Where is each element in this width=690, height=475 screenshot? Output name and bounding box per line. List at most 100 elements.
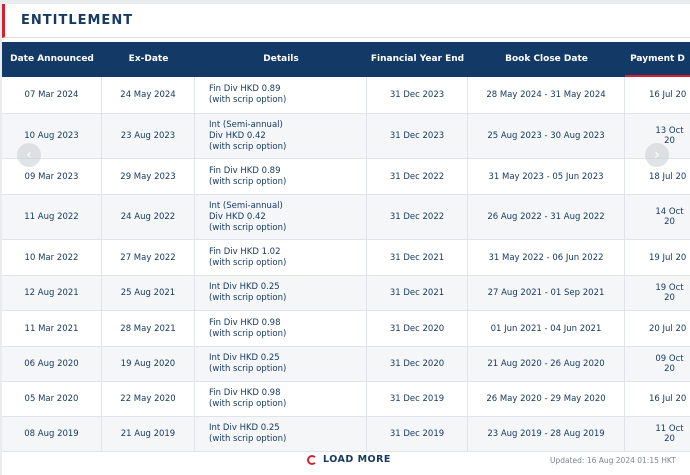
cell-book-close-date: 28 May 2024 - 31 May 2024 [468, 77, 625, 113]
cell-details: Int Div HKD 0.25 (with scrip option) [195, 347, 367, 381]
cell-financial-year-end: 31 Dec 2023 [367, 114, 468, 158]
cell-ex-date: 23 Aug 2023 [102, 114, 195, 158]
column-header-details[interactable]: Details [195, 42, 367, 77]
financial-year-end-value: 31 Dec 2019 [389, 429, 445, 439]
section-title: ENTITLEMENT [21, 13, 134, 28]
cell-ex-date: 21 Aug 2019 [102, 417, 195, 451]
book-close-date-value: 31 May 2022 - 06 Jun 2022 [488, 252, 604, 263]
column-header-payment-date[interactable]: Payment D [625, 42, 690, 77]
details-value: Int (Semi-annual) Div HKD 0.42 (with scr… [209, 119, 287, 152]
cell-financial-year-end: 31 Dec 2020 [367, 311, 468, 346]
payment-date-value: 16 Jul 20 [649, 394, 687, 404]
table-header: Date Announced Ex-Date Details Financial Ye… [2, 42, 690, 77]
table-row: 11 Mar 2021 28 May 2021 Fin Div HKD 0.98 (… [2, 311, 690, 347]
table-row: 09 Mar 2023 29 May 2023 Fin Div HKD 0.89 (… [2, 159, 690, 195]
cell-date-announced: 08 Aug 2019 [2, 417, 102, 451]
cell-book-close-date: 31 May 2022 - 06 Jun 2022 [468, 240, 625, 275]
cell-date-announced: 07 Mar 2024 [2, 77, 102, 113]
details-value: Int Div HKD 0.25 (with scrip option) [209, 423, 287, 444]
cell-date-announced: 09 Mar 2023 [2, 159, 102, 194]
chevron-left-icon[interactable]: ‹ [17, 143, 41, 167]
cell-financial-year-end: 31 Dec 2019 [367, 382, 468, 416]
load-more-label: LOAD MORE [323, 454, 391, 465]
book-close-date-value: 31 May 2023 - 05 Jun 2023 [488, 171, 604, 182]
cell-ex-date: 22 May 2020 [102, 382, 195, 416]
ex-date-value: 21 Aug 2019 [120, 429, 176, 439]
table-row: 11 Aug 2022 24 Aug 2022 Int (Semi-annual) … [2, 195, 690, 240]
cell-ex-date: 24 May 2024 [102, 77, 195, 113]
column-header-ex-date[interactable]: Ex-Date [102, 42, 195, 77]
book-close-date-value: 23 Aug 2019 - 28 Aug 2019 [487, 429, 605, 439]
date-announced-value: 08 Aug 2019 [24, 429, 79, 439]
column-header-financial-year-end[interactable]: Financial Year End [367, 42, 468, 77]
cell-ex-date: 24 Aug 2022 [102, 195, 195, 239]
payment-date-value: 19 Oct 20 [655, 283, 684, 303]
cell-details: Fin Div HKD 0.98 (with scrip option) [195, 311, 367, 346]
book-close-date-value: 28 May 2024 - 31 May 2024 [486, 90, 606, 100]
financial-year-end-value: 31 Dec 2023 [389, 131, 445, 141]
cell-payment-date: 19 Jul 20 [625, 240, 690, 275]
ex-date-value: 22 May 2020 [120, 394, 176, 404]
cell-book-close-date: 21 Aug 2020 - 26 Aug 2020 [468, 347, 625, 381]
details-value: Fin Div HKD 0.98 (with scrip option) [209, 388, 287, 409]
financial-year-end-value: 31 Dec 2021 [389, 288, 445, 298]
financial-year-end-value: 31 Dec 2020 [389, 359, 445, 369]
cell-ex-date: 28 May 2021 [102, 311, 195, 346]
date-announced-value: 06 Aug 2020 [24, 359, 79, 369]
cell-payment-date: 19 Oct 20 [625, 276, 690, 310]
cell-financial-year-end: 31 Dec 2019 [367, 417, 468, 451]
cell-details: Int (Semi-annual) Div HKD 0.42 (with scr… [195, 114, 367, 158]
payment-date-value: 20 Jul 20 [649, 323, 687, 334]
payment-date-value: 19 Jul 20 [649, 252, 687, 263]
cell-financial-year-end: 31 Dec 2022 [367, 159, 468, 194]
cell-details: Fin Div HKD 1.02 (with scrip option) [195, 240, 367, 275]
ex-date-value: 19 Aug 2020 [120, 359, 176, 369]
cell-book-close-date: 26 May 2020 - 29 May 2020 [468, 382, 625, 416]
payment-date-value: 16 Jul 20 [649, 90, 687, 100]
cell-financial-year-end: 31 Dec 2021 [367, 276, 468, 310]
details-value: Fin Div HKD 0.89 (with scrip option) [209, 165, 287, 187]
cell-payment-date: 20 Jul 20 [625, 311, 690, 346]
cell-date-announced: 12 Aug 2021 [2, 276, 102, 310]
details-value: Int Div HKD 0.25 (with scrip option) [209, 282, 287, 303]
date-announced-value: 05 Mar 2020 [24, 394, 79, 404]
table-row: 07 Mar 2024 24 May 2024 Fin Div HKD 0.89 (… [2, 77, 690, 114]
cell-date-announced: 11 Mar 2021 [2, 311, 102, 346]
payment-date-value: 09 Oct 20 [655, 354, 684, 374]
cell-details: Fin Div HKD 0.89 (with scrip option) [195, 159, 367, 194]
book-close-date-value: 25 Aug 2023 - 30 Aug 2023 [487, 131, 605, 141]
date-announced-value: 12 Aug 2021 [24, 288, 79, 298]
section-header: ENTITLEMENT [2, 4, 690, 38]
cell-date-announced: 05 Mar 2020 [2, 382, 102, 416]
column-header-book-close-date[interactable]: Book Close Date [468, 42, 625, 77]
chevron-right-icon[interactable]: › [645, 143, 669, 167]
column-header-date-announced[interactable]: Date Announced [2, 42, 102, 77]
financial-year-end-value: 31 Dec 2019 [389, 394, 445, 404]
details-value: Fin Div HKD 0.98 (with scrip option) [209, 317, 287, 339]
financial-year-end-value: 31 Dec 2022 [389, 171, 445, 182]
updated-timestamp: Updated: 16 Aug 2024 01:15 HKT [550, 456, 676, 465]
ex-date-value: 25 Aug 2021 [120, 288, 176, 298]
table-row: 12 Aug 2021 25 Aug 2021 Int Div HKD 0.25 (… [2, 276, 690, 311]
payment-date-value: 18 Jul 20 [649, 171, 687, 182]
cell-details: Fin Div HKD 0.98 (with scrip option) [195, 382, 367, 416]
cell-details: Fin Div HKD 0.89 (with scrip option) [195, 77, 367, 113]
table-row: 08 Aug 2019 21 Aug 2019 Int Div HKD 0.25 (… [2, 417, 690, 452]
ex-date-value: 24 May 2024 [120, 90, 176, 100]
financial-year-end-value: 31 Dec 2021 [389, 252, 445, 263]
load-more-button[interactable]: LOAD MORE [307, 454, 391, 465]
cell-details: Int Div HKD 0.25 (with scrip option) [195, 276, 367, 310]
book-close-date-value: 27 Aug 2021 - 01 Sep 2021 [487, 288, 605, 298]
cell-payment-date: 09 Oct 20 [625, 347, 690, 381]
cell-financial-year-end: 31 Dec 2021 [367, 240, 468, 275]
cell-book-close-date: 26 Aug 2022 - 31 Aug 2022 [468, 195, 625, 239]
cell-ex-date: 27 May 2022 [102, 240, 195, 275]
payment-date-value: 11 Oct 20 [655, 424, 684, 444]
financial-year-end-value: 31 Dec 2022 [389, 212, 445, 222]
table-row: 10 Mar 2022 27 May 2022 Fin Div HKD 1.02 (… [2, 240, 690, 276]
ex-date-value: 28 May 2021 [120, 323, 176, 334]
cell-book-close-date: 23 Aug 2019 - 28 Aug 2019 [468, 417, 625, 451]
ex-date-value: 29 May 2023 [120, 171, 176, 182]
date-announced-value: 10 Aug 2023 [24, 131, 79, 141]
table-row: 05 Mar 2020 22 May 2020 Fin Div HKD 0.98 (… [2, 382, 690, 417]
